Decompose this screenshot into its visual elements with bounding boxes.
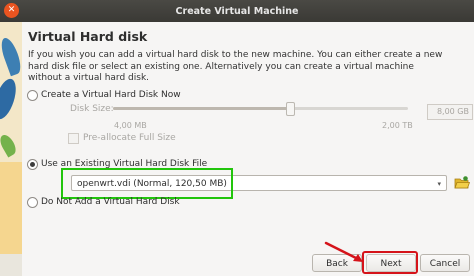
chevron-down-icon: ▾ — [437, 180, 441, 188]
decoration-shape — [0, 35, 22, 77]
page-title: Virtual Hard disk — [28, 29, 148, 44]
no-disk-radio[interactable] — [27, 197, 38, 208]
window-titlebar: ✕ Create Virtual Machine — [0, 0, 474, 22]
preallocate-label: Pre-allocate Full Size — [83, 133, 176, 143]
disk-size-slider-handle[interactable] — [286, 102, 295, 116]
decoration-shape — [0, 76, 21, 122]
use-existing-radio[interactable] — [27, 159, 38, 170]
wizard-side-illustration — [0, 22, 22, 276]
preallocate-checkbox[interactable] — [68, 133, 79, 144]
wizard-page: Virtual Hard disk If you wish you can ad… — [22, 22, 474, 276]
cancel-button[interactable]: Cancel — [420, 254, 470, 272]
create-disk-label[interactable]: Create a Virtual Hard Disk Now — [41, 90, 181, 100]
highlight-box — [61, 168, 233, 199]
no-disk-label[interactable]: Do Not Add a Virtual Hard Disk — [41, 197, 180, 207]
disk-size-label: Disk Size: — [70, 104, 114, 114]
folder-open-icon[interactable] — [454, 175, 470, 191]
next-button-highlight — [362, 251, 418, 274]
page-description: If you wish you can add a virtual hard d… — [28, 50, 443, 83]
disk-size-min-label: 4,00 MB — [114, 121, 147, 130]
disk-size-max-label: 2,00 TB — [382, 121, 413, 130]
create-disk-radio[interactable] — [27, 90, 38, 101]
window-title: Create Virtual Machine — [175, 6, 299, 17]
disk-size-slider-track — [113, 107, 408, 110]
decoration-shape — [0, 132, 19, 158]
decoration-footer — [0, 254, 22, 276]
red-arrow-annotation — [324, 241, 363, 262]
disk-size-input[interactable]: 8,00 GB — [427, 104, 473, 120]
disk-size-slider-fill — [113, 107, 290, 110]
